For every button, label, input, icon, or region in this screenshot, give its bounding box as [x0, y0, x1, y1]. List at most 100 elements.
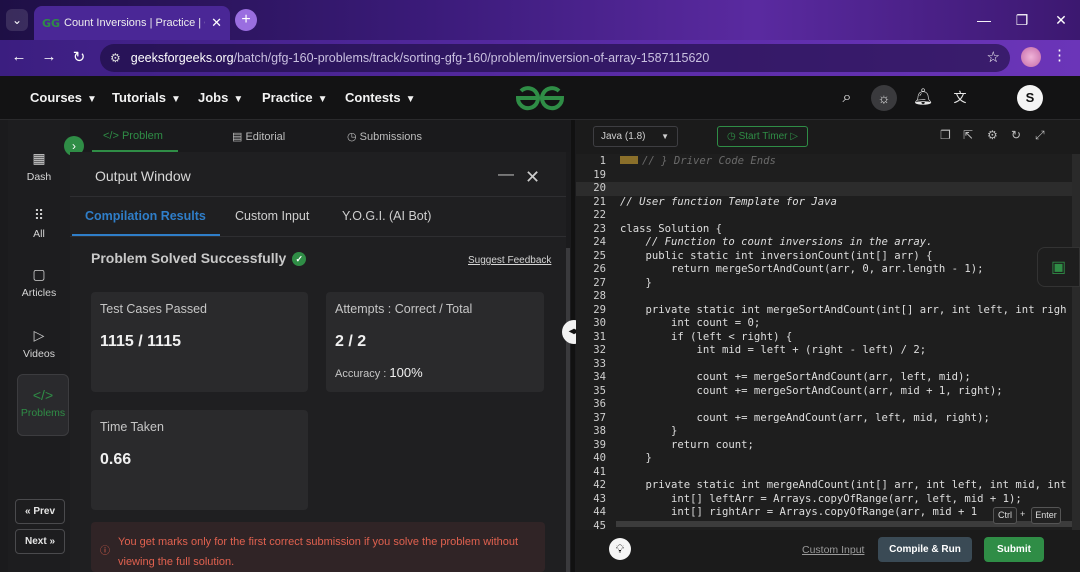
browser-profile-avatar[interactable] — [1021, 47, 1041, 67]
rail-item-videos[interactable]: ▷ Videos — [8, 327, 70, 360]
code-line[interactable]: 27 } — [576, 277, 1080, 291]
tab-submissions[interactable]: ◷ Submissions — [347, 130, 422, 143]
code-line[interactable]: 36 — [576, 398, 1080, 412]
output-scrollbar[interactable] — [566, 248, 570, 572]
code-line[interactable]: 43 int[] leftArr = Arrays.copyOfRange(ar… — [576, 493, 1080, 507]
code-line[interactable]: 22 — [576, 209, 1080, 223]
tab-editorial[interactable]: ▤ Editorial — [232, 130, 285, 143]
pane-splitter[interactable] — [571, 120, 575, 572]
new-tab-button[interactable]: + — [235, 9, 257, 31]
code-line[interactable]: 32 int mid = left + (right - left) / 2; — [576, 344, 1080, 358]
back-arrow-icon[interactable]: ← — [8, 48, 30, 65]
fold-marker-icon[interactable] — [620, 156, 638, 164]
nav-courses[interactable]: Courses ▼ — [30, 90, 97, 105]
tab-problem[interactable]: </> Problem — [103, 130, 163, 142]
accuracy-value: 100% — [389, 365, 423, 380]
code-line[interactable]: 39 return count; — [576, 439, 1080, 453]
settings-gear-icon[interactable]: ⚙ — [987, 128, 998, 142]
url-field[interactable]: ⚙ geeksforgeeks.org/batch/gfg-160-proble… — [100, 44, 1010, 72]
chevron-down-icon: ▼ — [317, 94, 328, 105]
nav-contests[interactable]: Contests ▼ — [345, 90, 416, 105]
code-line[interactable]: 31 if (left < right) { — [576, 331, 1080, 345]
rail-item-dash[interactable]: ▦ Dash — [8, 150, 70, 183]
fullscreen-icon[interactable]: ⤢ — [1035, 128, 1045, 143]
address-bar-row: ← → ↻ ⚙ geeksforgeeks.org/batch/gfg-160-… — [0, 40, 1080, 76]
code-line[interactable]: 29 private static int mergeSortAndCount(… — [576, 304, 1080, 318]
code-line[interactable]: 1 // } Driver Code Ends — [576, 155, 1080, 169]
browser-tab-bar: ⌄ GG Count Inversions | Practice | Ge ✕ … — [0, 0, 1080, 40]
code-text: // User function Template for Java — [620, 195, 837, 208]
submit-button[interactable]: Submit — [984, 537, 1044, 562]
restore-window-button[interactable]: ❐ — [1003, 0, 1041, 40]
tab-yogi-ai-bot[interactable]: Y.O.G.I. (AI Bot) — [342, 209, 431, 223]
rail-item-articles[interactable]: ▢ Articles — [8, 266, 70, 299]
reload-icon[interactable]: ↻ — [68, 48, 90, 66]
nav-jobs[interactable]: Jobs ▼ — [198, 90, 243, 105]
theme-toggle-icon[interactable]: ☼ — [871, 85, 897, 111]
code-line[interactable]: 37 count += mergeAndCount(arr, left, mid… — [576, 412, 1080, 426]
rail-item-label: Videos — [23, 348, 55, 360]
code-line[interactable]: 41 — [576, 466, 1080, 480]
browser-menu-icon[interactable]: ⋮ — [1052, 46, 1067, 64]
rail-item-label: Articles — [21, 287, 57, 299]
code-line[interactable]: 20 — [576, 182, 1080, 196]
tab-custom-input[interactable]: Custom Input — [235, 209, 309, 223]
code-area[interactable]: 1 // } Driver Code Ends 19 20 21 // User func… — [576, 154, 1080, 530]
accuracy-row: Accuracy : 100% — [335, 365, 423, 380]
clock-icon: ◷ — [347, 131, 360, 143]
browser-tab[interactable]: GG Count Inversions | Practice | Ge ✕ — [34, 6, 230, 40]
close-window-button[interactable]: ✕ — [1042, 0, 1080, 40]
code-line[interactable]: 25 public static int inversionCount(int[… — [576, 250, 1080, 264]
problem-tabs: </> Problem ▤ Editorial ◷ Submissions — [70, 120, 570, 152]
code-line[interactable]: 23 class Solution { — [576, 223, 1080, 237]
prev-button[interactable]: « Prev — [15, 499, 65, 524]
code-line[interactable]: 35 count += mergeSortAndCount(arr, mid +… — [576, 385, 1080, 399]
url-host: geeksforgeeks.org — [130, 51, 234, 65]
start-timer-button[interactable]: ◷ Start Timer ▷ — [717, 126, 808, 147]
bookmark-star-icon[interactable]: ☆ — [987, 48, 1000, 66]
code-line[interactable]: 38 } — [576, 425, 1080, 439]
code-line[interactable]: 19 — [576, 169, 1080, 183]
enter-key-hint: Enter — [1031, 507, 1061, 524]
code-comment: // } Driver Code Ends — [642, 155, 776, 167]
close-tab-icon[interactable]: ✕ — [211, 15, 222, 31]
site-settings-icon[interactable]: ⚙ — [110, 51, 121, 65]
language-select[interactable]: Java (1.8) ▼ — [593, 126, 678, 147]
suggest-feedback-link[interactable]: Suggest Feedback — [468, 255, 551, 266]
copy-icon[interactable]: ❐ — [940, 128, 951, 142]
forward-arrow-icon[interactable]: → — [38, 48, 60, 65]
search-icon[interactable]: ⌕ — [836, 87, 858, 109]
grid-icon: ⠿ — [33, 207, 45, 223]
reset-code-icon[interactable]: ↻ — [1011, 128, 1021, 142]
time-taken-value: 0.66 — [100, 451, 132, 468]
nav-practice[interactable]: Practice ▼ — [262, 90, 328, 105]
code-line[interactable]: 42 private static int mergeAndCount(int[… — [576, 479, 1080, 493]
close-icon[interactable]: ✕ — [525, 167, 540, 188]
gfg-logo[interactable] — [514, 84, 566, 112]
minimize-icon[interactable]: — — [498, 166, 514, 184]
nav-tutorials[interactable]: Tutorials ▼ — [112, 90, 181, 105]
code-line[interactable]: 26 return mergeSortAndCount(arr, 0, arr.… — [576, 263, 1080, 277]
rail-item-all[interactable]: ⠿ All — [8, 207, 70, 240]
code-line[interactable]: 24 // Function to count inversions in th… — [576, 236, 1080, 250]
upload-file-icon[interactable]: ⇱ — [963, 128, 973, 142]
editor-vertical-scrollbar[interactable] — [1072, 154, 1080, 530]
minimize-window-button[interactable]: — — [965, 0, 1003, 40]
next-button[interactable]: Next » — [15, 529, 65, 554]
code-line[interactable]: 34 count += mergeSortAndCount(arr, left,… — [576, 371, 1080, 385]
notification-bell-icon[interactable]: 🔔︎ — [912, 87, 934, 109]
lightbulb-icon[interactable]: 💡︎ — [609, 538, 631, 560]
custom-input-link[interactable]: Custom Input — [802, 544, 864, 556]
translate-icon[interactable]: 文 — [949, 87, 971, 109]
code-line[interactable]: 28 — [576, 290, 1080, 304]
chat-icon[interactable]: ▣ — [1037, 247, 1080, 287]
tab-search-chevron-icon[interactable]: ⌄ — [6, 9, 28, 31]
code-line[interactable]: 33 — [576, 358, 1080, 372]
compile-run-button[interactable]: Compile & Run — [878, 537, 972, 562]
code-line[interactable]: 21 // User function Template for Java — [576, 196, 1080, 210]
code-line[interactable]: 40 } — [576, 452, 1080, 466]
tab-compilation-results[interactable]: Compilation Results — [85, 209, 206, 223]
user-avatar[interactable]: S — [1017, 85, 1043, 111]
rail-item-problems[interactable]: </> Problems — [17, 374, 69, 436]
code-line[interactable]: 30 int count = 0; — [576, 317, 1080, 331]
